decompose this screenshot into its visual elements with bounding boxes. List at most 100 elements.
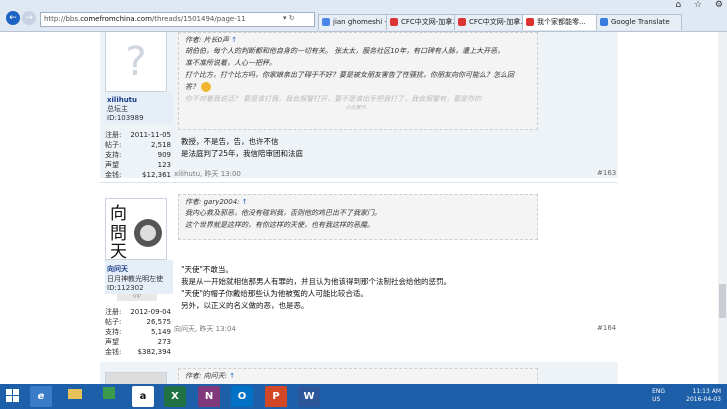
windows-start-icon[interactable] (6, 389, 20, 403)
stat-row: 声望 123 (105, 161, 171, 169)
message-line: 是法庭判了25年，我信陪审团和法庭 (181, 149, 304, 158)
window-controls: ⌂ ☆ ⚙ (665, 0, 723, 10)
word-icon[interactable]: W (298, 386, 320, 407)
page-content: ? xilihutu 总坛主 ID:103989 注册: 2011-11-05 帖… (0, 32, 718, 384)
forward-button[interactable]: → (22, 11, 36, 25)
home-icon[interactable]: ⌂ (675, 0, 681, 10)
internet-explorer-icon[interactable]: e (30, 386, 52, 407)
quote-line: 答？ (185, 81, 531, 93)
user-title: 总坛主 (107, 105, 128, 113)
post-message: "天使"不敢当。 我是从一开始就相信那男人有罪的，并且认为他该得到那个法制社会给… (181, 264, 451, 312)
clock-date: 2016-04-03 (686, 396, 721, 403)
post-meta[interactable]: 向问天, 昨天 13:04 (174, 324, 236, 334)
expand-link[interactable]: 点击展开... (185, 105, 531, 111)
cfc-icon (390, 18, 398, 26)
stat-row: 帖子: 2,518 (105, 141, 171, 149)
quote-line: 准不准所说着，人心一把秤。 (185, 59, 276, 67)
tab-label: Google Translate (611, 18, 670, 26)
translate-icon (600, 18, 608, 26)
tab-label: CFC中文网-加拿... (401, 18, 460, 26)
excel-icon[interactable]: X (164, 386, 186, 407)
post-message: 教授，不是告，告，也许不信 是法庭判了25年，我信陪审团和法庭 (181, 136, 303, 160)
quote-author: 作者: 片长0声 ↑ (185, 36, 238, 44)
scrollbar-thumb[interactable] (719, 284, 726, 318)
user-sidebar: 向 問 天 向问天 日月神教光明左使 ID:112302 VIP 注册: 2012… (105, 198, 173, 357)
user-stats: 注册: 2012-09-04 帖子: 26,575 支持: 5,149 声望 273 金… (105, 307, 171, 357)
quote-author: 作者: gary2004: ↑ (185, 198, 248, 206)
address-tools[interactable]: ▾ ↻ (283, 14, 295, 22)
store-icon[interactable] (98, 386, 120, 407)
message-line: "天使"不敢当。 (181, 265, 233, 274)
monkey-emoji-icon (201, 82, 212, 92)
powerpoint-icon[interactable]: P (265, 386, 287, 407)
post-number[interactable]: #164 (597, 324, 616, 332)
svg-text:問: 問 (110, 224, 127, 244)
user-title: 日月神教光明左使 (107, 275, 163, 283)
jump-arrow-icon[interactable]: ↑ (231, 36, 237, 44)
url-domain: comefromchina.com (80, 15, 152, 23)
user-stats: 注册: 2011-11-05 帖子: 2,518 支持: 909 声望 123 金钱: $… (105, 130, 171, 180)
quote-line: 胡伯伯，每个人的判断都和他自身的一切有关。 张太太，服务社区10年，有口碑有人脉… (185, 47, 505, 55)
user-id: ID:112302 (107, 284, 144, 292)
username[interactable]: 向问天 (107, 264, 173, 274)
back-button[interactable]: ← (6, 11, 20, 25)
default-avatar-icon: ? (125, 39, 146, 85)
quote-line: 打个比方，打个比方吗，你家娘亲出了碍于不好？要是被女朋友害告了性骚扰，你朋友向你… (185, 71, 514, 79)
page-scrollbar[interactable] (718, 32, 727, 384)
outlook-icon[interactable]: O (231, 386, 253, 407)
svg-text:天: 天 (110, 242, 127, 259)
quote-line: 这个世界就是这样的，有你这样的天使，也有我这样的恶魔。 (185, 221, 374, 229)
avatar[interactable]: 向 問 天 (105, 198, 167, 262)
favorites-icon[interactable]: ☆ (694, 0, 702, 10)
language-indicator[interactable]: ENG US (652, 388, 665, 404)
amazon-icon[interactable]: a (132, 386, 154, 407)
quote-author: 作者: 向问天: ↑ (185, 372, 236, 380)
jump-arrow-icon[interactable]: ↑ (229, 372, 235, 380)
stat-row: 注册: 2012-09-04 (105, 308, 171, 316)
cfc-icon (526, 18, 534, 26)
jump-arrow-icon[interactable]: ↑ (242, 198, 248, 206)
avatar[interactable] (105, 372, 167, 384)
stat-row: 金钱: $382,394 (105, 348, 171, 356)
message-line: 另外，以正义的名义做的恶，也是恶。 (181, 301, 309, 310)
address-bar[interactable]: http://bbs.comefromchina.com/threads/150… (40, 12, 315, 27)
svg-text:?: ? (125, 39, 146, 85)
system-tray[interactable]: ENG US 11:13 AM 2016-04-03 (652, 388, 721, 404)
stat-row: 声望 273 (105, 338, 171, 346)
clock-time: 11:13 AM (692, 388, 721, 395)
taskbar: e a X N O P W ENG US 11:13 AM 2016-04-03 (0, 384, 727, 409)
post-number[interactable]: #163 (597, 169, 616, 177)
url-path: /threads/1501494/page-11 (151, 15, 246, 23)
user-id: ID:103989 (107, 114, 144, 122)
tab-4[interactable]: Google Translate (596, 14, 682, 30)
message-line: "天使"的帽子你戴给那些认为他被冤的人可能比较合适。 (181, 289, 368, 298)
cfc-icon (458, 18, 466, 26)
stat-row: 支持: 5,149 (105, 328, 171, 336)
vip-badge: VIP (117, 294, 157, 301)
username[interactable]: xilihutu (107, 96, 173, 104)
calligraphy-avatar-icon: 向 問 天 (106, 199, 166, 262)
url-prefix: http://bbs. (44, 15, 81, 23)
stat-row: 支持: 909 (105, 151, 171, 159)
user-sidebar: ? xilihutu 总坛主 ID:103989 注册: 2011-11-05 帖… (105, 32, 173, 180)
stat-row: 帖子: 26,575 (105, 318, 171, 326)
message-line: 教授，不是告，告，也许不信 (181, 137, 279, 146)
browser-chrome: ← → http://bbs.comefromchina.com/threads… (0, 0, 727, 32)
quote-block: 作者: 向问天: ↑ (178, 368, 538, 384)
post-meta[interactable]: xilihutu, 昨天 13:00 (174, 169, 241, 179)
message-line: 我是从一开始就相信那男人有罪的，并且认为他该得到那个法制社会给他的惩罚。 (181, 277, 451, 286)
google-icon (322, 18, 330, 26)
onenote-icon[interactable]: N (198, 386, 220, 407)
gear-icon[interactable]: ⚙ (715, 0, 723, 10)
avatar[interactable]: ? (105, 32, 167, 92)
quote-block: 作者: gary2004: ↑ 我内心救及邪恶，他没有碰到我，否则他的鸡巴出不了… (178, 194, 538, 240)
quote-line-faded: 你不对着我说话？ 要是谁打我，我会报警打开，要不是谁出手把我打了，我会报警有，要… (185, 95, 482, 103)
quote-line: 我内心救及邪恶，他没有碰到我，否则他的鸡巴出不了我家门。 (185, 209, 381, 217)
tab-label: 我个家都能零... (537, 18, 586, 26)
stat-row: 注册: 2011-11-05 (105, 131, 171, 139)
stat-row: 金钱: $12,361 (105, 171, 171, 179)
tab-label: CFC中文网-加拿... (469, 18, 528, 26)
svg-text:向: 向 (110, 204, 127, 224)
file-explorer-icon[interactable] (64, 386, 86, 407)
quote-block: 作者: 片长0声 ↑ 胡伯伯，每个人的判断都和他自身的一切有关。 张太太，服务社… (178, 32, 538, 130)
